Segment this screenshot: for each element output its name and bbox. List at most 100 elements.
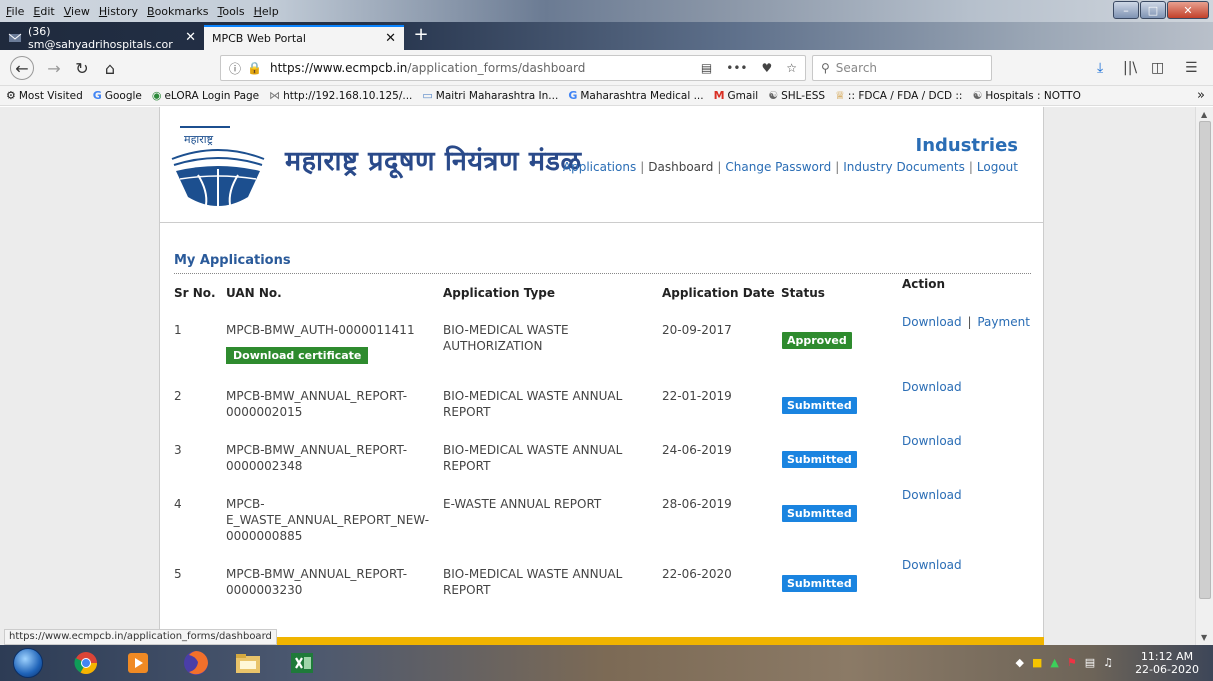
- row5-uan: MPCB-BMW_ANNUAL_REPORT- 0000003230: [226, 567, 408, 597]
- menu-tools[interactable]: Tools: [217, 5, 244, 18]
- forward-icon[interactable]: →: [44, 56, 64, 80]
- menu-view[interactable]: View: [64, 5, 90, 18]
- chevron-more-icon[interactable]: »: [1197, 88, 1205, 103]
- brand-title: महाराष्ट्र प्रदूषण नियंत्रण मंडळ: [285, 146, 582, 177]
- download-link[interactable]: Download: [902, 379, 962, 395]
- page-icon: ▭: [422, 89, 433, 102]
- logo-text: महाराष्ट्र: [184, 133, 214, 146]
- nav-industry-documents-link[interactable]: Industry Documents: [843, 160, 965, 174]
- bookmark-local-ip[interactable]: ⋈ http://192.168.10.125/...: [269, 89, 412, 102]
- media-player-icon[interactable]: [120, 648, 156, 678]
- bookmarks-bar: ⚙ Most Visited G Google ◉ eLORA Login Page …: [0, 86, 1213, 106]
- nav-applications-link[interactable]: Applications: [563, 160, 636, 174]
- payment-link[interactable]: Payment: [977, 315, 1030, 329]
- scroll-thumb[interactable]: [1199, 121, 1211, 599]
- row1-actions: Download | Payment: [902, 315, 1030, 329]
- close-window-button[interactable]: ✕: [1167, 1, 1209, 19]
- maximize-button[interactable]: □: [1140, 1, 1166, 19]
- header-application-type: Application Type: [443, 286, 556, 300]
- menu-bookmarks[interactable]: Bookmarks: [147, 5, 208, 18]
- bookmark-maharashtra-medical[interactable]: G Maharashtra Medical ...: [568, 89, 703, 102]
- google-icon: G: [568, 89, 578, 102]
- network-tray-icon[interactable]: ◆: [1016, 656, 1024, 669]
- lock-icon: 🔒: [247, 61, 262, 75]
- url-path: /application_forms/dashboard: [407, 61, 586, 75]
- nav-logout-link[interactable]: Logout: [977, 160, 1018, 174]
- scroll-down-icon[interactable]: ▼: [1201, 633, 1207, 642]
- app-tray-icon[interactable]: ▲: [1050, 656, 1058, 669]
- gear-icon: ⚙: [6, 89, 16, 102]
- page-actions-icon[interactable]: •••: [726, 61, 747, 75]
- vertical-scrollbar[interactable]: ▲ ▼: [1195, 107, 1213, 645]
- file-explorer-icon[interactable]: [230, 648, 266, 678]
- download-link[interactable]: Download: [902, 315, 962, 329]
- tab-mpcb[interactable]: MPCB Web Portal ✕: [204, 25, 404, 50]
- tab-email[interactable]: (36) sm@sahyadrihospitals.cor ✕: [0, 24, 204, 51]
- tab-close-icon[interactable]: ✕: [185, 30, 196, 45]
- menu-help[interactable]: Help: [254, 5, 279, 18]
- row4-uan: MPCB- E_WASTE_ANNUAL_REPORT_NEW- 0000000…: [226, 497, 430, 543]
- download-link[interactable]: Download: [902, 557, 962, 573]
- download-link[interactable]: Download: [902, 487, 962, 503]
- sidebar-icon[interactable]: ◫: [1151, 60, 1164, 76]
- back-icon[interactable]: ←: [10, 56, 34, 80]
- nav-dashboard-link[interactable]: Dashboard: [648, 160, 713, 174]
- download-link[interactable]: Download: [902, 433, 962, 449]
- home-icon[interactable]: ⌂: [100, 56, 120, 80]
- start-button[interactable]: [8, 648, 48, 678]
- row1-type: BIO-MEDICAL WASTE AUTHORIZATION: [443, 323, 569, 353]
- download-icon[interactable]: ⤓: [1097, 60, 1103, 76]
- bookmark-google[interactable]: G Google: [93, 89, 142, 102]
- reader-view-icon[interactable]: ▤: [701, 61, 712, 75]
- header-action: Action: [902, 277, 946, 291]
- row3-type: BIO-MEDICAL WASTE ANNUAL REPORT: [443, 443, 623, 473]
- search-box[interactable]: ⚲ Search: [812, 55, 992, 81]
- footer-strip: [159, 637, 1044, 645]
- bookmark-star-icon[interactable]: ☆: [786, 61, 797, 75]
- status-badge: Approved: [782, 332, 852, 349]
- tab-close-icon[interactable]: ✕: [385, 31, 396, 46]
- site-header: महाराष्ट्र महाराष्ट्र प्रदूषण नियंत्रण म…: [160, 107, 1043, 223]
- bookmark-maitri[interactable]: ▭ Maitri Maharashtra In...: [422, 89, 558, 102]
- bookmark-fdca[interactable]: ♕:: FDCA / FDA / DCD ::: [835, 89, 962, 102]
- menu-file[interactable]: File: [6, 5, 24, 18]
- minimize-button[interactable]: –: [1113, 1, 1139, 19]
- row3-date: 24-06-2019: [662, 443, 732, 457]
- bookmark-notto[interactable]: ☯ Hospitals : NOTTO: [972, 89, 1080, 102]
- network-icon: ⋈: [269, 89, 281, 102]
- volume-icon[interactable]: ♫: [1103, 656, 1113, 669]
- chrome-icon[interactable]: [68, 648, 104, 678]
- menu-edit[interactable]: Edit: [33, 5, 54, 18]
- download-certificate-button[interactable]: Download certificate: [226, 347, 369, 364]
- display-tray-icon[interactable]: ▤: [1085, 656, 1095, 669]
- status-link-tooltip: https://www.ecmpcb.in/application_forms/…: [4, 629, 277, 645]
- url-bar[interactable]: ⓘ 🔒 https://www.ecmpcb.in/application_fo…: [220, 55, 806, 81]
- excel-icon[interactable]: [284, 648, 320, 678]
- system-tray: ◆ ■ ▲ ⚑ ▤ ♫: [1016, 656, 1114, 669]
- firefox-icon[interactable]: [178, 648, 214, 678]
- bookmark-gmail[interactable]: M Gmail: [714, 89, 759, 102]
- security-tray-icon[interactable]: ■: [1032, 656, 1042, 669]
- scroll-up-icon[interactable]: ▲: [1201, 110, 1207, 119]
- nav-change-password-link[interactable]: Change Password: [725, 160, 831, 174]
- system-clock[interactable]: 11:12 AM 22-06-2020: [1135, 650, 1199, 676]
- info-icon[interactable]: ⓘ: [229, 60, 241, 77]
- menu-history[interactable]: History: [99, 5, 138, 18]
- window-controls: – □ ✕: [1112, 1, 1209, 19]
- row5-type: BIO-MEDICAL WASTE ANNUAL REPORT: [443, 567, 623, 597]
- pocket-icon[interactable]: ♥: [761, 61, 772, 75]
- elora-icon: ◉: [151, 89, 162, 102]
- row3-uan: MPCB-BMW_ANNUAL_REPORT- 0000002348: [226, 443, 408, 473]
- reload-icon[interactable]: ↻: [72, 56, 92, 80]
- library-icon[interactable]: ||\: [1123, 60, 1137, 76]
- menu-hamburger-icon[interactable]: ☰: [1185, 60, 1198, 76]
- bookmark-shl-ess[interactable]: ☯ SHL-ESS: [768, 89, 825, 102]
- flag-tray-icon[interactable]: ⚑: [1067, 656, 1077, 669]
- new-tab-icon[interactable]: +: [410, 24, 432, 45]
- google-icon: G: [92, 89, 102, 102]
- row4-type: E-WASTE ANNUAL REPORT: [443, 497, 602, 511]
- header-application-date: Application Date: [662, 286, 775, 300]
- bookmark-most-visited[interactable]: ⚙ Most Visited: [6, 89, 83, 102]
- tab-label: (36) sm@sahyadrihospitals.cor: [28, 24, 173, 51]
- bookmark-elora[interactable]: ◉ eLORA Login Page: [152, 89, 259, 102]
